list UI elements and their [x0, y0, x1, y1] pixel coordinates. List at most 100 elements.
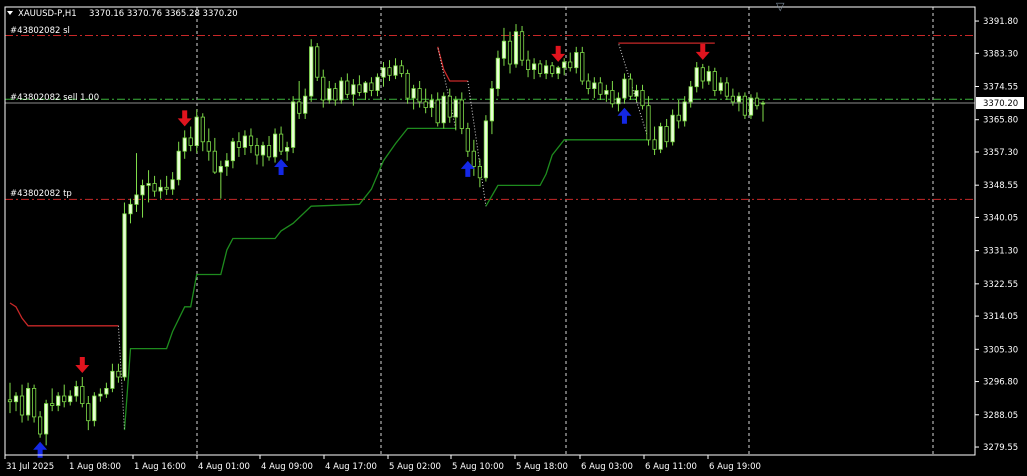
candle-body	[74, 386, 79, 397]
time-tick-label: 5 Aug 18:00	[516, 462, 568, 472]
ohlc-values: 3370.16 3370.76 3365.28 3370.20	[89, 9, 238, 19]
candle-body	[140, 184, 145, 196]
candle-body	[592, 82, 597, 90]
candle-body	[86, 403, 91, 422]
candle-body	[212, 150, 217, 173]
candle-body	[200, 116, 205, 143]
time-tick-label: 6 Aug 11:00	[645, 462, 697, 472]
time-tick-label: 4 Aug 09:00	[261, 462, 313, 472]
candle-body	[218, 165, 223, 173]
candle-body	[658, 126, 663, 150]
chart-header: XAUUSD-P,H1 3370.16 3370.76 3365.28 3370…	[7, 9, 238, 19]
candle-body	[724, 82, 730, 97]
candle-body	[459, 99, 464, 129]
candle-body	[501, 40, 507, 59]
candle-body	[580, 52, 585, 82]
candle-body	[429, 99, 434, 108]
entry-line-label: #43802082 sell 1.00	[10, 93, 99, 103]
candle-body	[194, 116, 199, 146]
candle-body	[604, 90, 609, 95]
candle-body	[68, 395, 73, 403]
candle-body	[622, 78, 627, 99]
candle-body	[706, 71, 711, 82]
candle-body	[224, 160, 229, 167]
candle-body	[742, 95, 748, 116]
candle-body	[628, 78, 633, 97]
candle-body	[284, 146, 290, 152]
candle-body	[532, 63, 537, 71]
candle-body	[315, 46, 320, 78]
candle-body	[32, 387, 37, 418]
time-tick-label: 31 Jul 2025	[6, 462, 54, 472]
candle-body	[290, 101, 296, 148]
candle-body	[748, 97, 754, 116]
candle-body	[387, 67, 392, 76]
candle-body	[13, 395, 19, 403]
candle-body	[760, 102, 766, 105]
candle-body	[80, 386, 85, 405]
candle-body	[345, 80, 350, 95]
candle-body	[266, 145, 272, 158]
candle-body	[164, 186, 169, 190]
candle-body	[441, 95, 446, 124]
price-tick-label: 3383.30	[983, 49, 1018, 59]
candle-body	[369, 82, 374, 91]
candle-body	[357, 84, 362, 93]
time-tick-label: 5 Aug 02:00	[389, 462, 441, 472]
current-price-label: 3370.20	[983, 99, 1018, 109]
candle-body	[104, 387, 109, 395]
candle-body	[333, 88, 338, 101]
candle-body	[242, 135, 247, 148]
scroll-position-marker-icon[interactable]: ▽	[776, 0, 785, 13]
candle-body	[682, 101, 687, 122]
price-tick-label: 3331.30	[983, 247, 1018, 257]
candle-body	[230, 141, 235, 162]
candle-body	[586, 80, 591, 89]
price-tick-label: 3357.30	[983, 148, 1018, 158]
candle-body	[423, 101, 428, 109]
candle-body	[550, 65, 555, 74]
candle-body	[182, 137, 187, 152]
candle-body	[483, 120, 489, 179]
candle-body	[206, 141, 211, 152]
price-tick-label: 3374.55	[983, 83, 1018, 93]
candle-body	[754, 97, 760, 107]
price-tick-label: 3296.80	[983, 378, 1018, 388]
candle-body	[303, 95, 308, 114]
tp-line-label: #43802082 tp	[10, 189, 72, 199]
candle-body	[712, 71, 717, 91]
candle-body	[507, 40, 513, 65]
time-tick-label: 6 Aug 03:00	[581, 462, 633, 472]
candle-body	[327, 88, 332, 101]
candle-body	[38, 416, 43, 435]
candle-body	[664, 126, 669, 143]
candle-body	[435, 99, 440, 124]
candle-body	[610, 90, 615, 105]
candle-body	[519, 31, 525, 61]
candle-body	[128, 203, 133, 215]
candle-body	[513, 31, 519, 65]
candle-body	[381, 67, 386, 78]
candle-body	[297, 101, 302, 114]
candle-body	[471, 150, 476, 167]
price-tick-label: 3279.55	[983, 443, 1018, 453]
candle-body	[158, 186, 163, 192]
price-chart[interactable]: 3391.80 3383.30 3374.55 3365.80 3357.30 3348.…	[0, 0, 1027, 476]
candle-body	[339, 80, 344, 101]
candle-body	[56, 395, 61, 406]
candle-body	[616, 97, 621, 105]
candle-body	[146, 183, 151, 186]
candle-body	[598, 82, 603, 95]
candle-body	[321, 76, 326, 101]
candle-body	[25, 387, 31, 416]
candle-body	[526, 59, 531, 70]
price-tick-label: 3314.05	[983, 312, 1018, 322]
candle-body	[477, 165, 483, 179]
price-tick-label: 3340.05	[983, 213, 1018, 223]
candle-body	[730, 95, 736, 103]
candle-body	[122, 213, 127, 378]
candle-body	[351, 84, 356, 95]
candle-body	[562, 61, 567, 69]
price-tick-label: 3288.05	[983, 411, 1018, 421]
candle-body	[495, 57, 501, 90]
